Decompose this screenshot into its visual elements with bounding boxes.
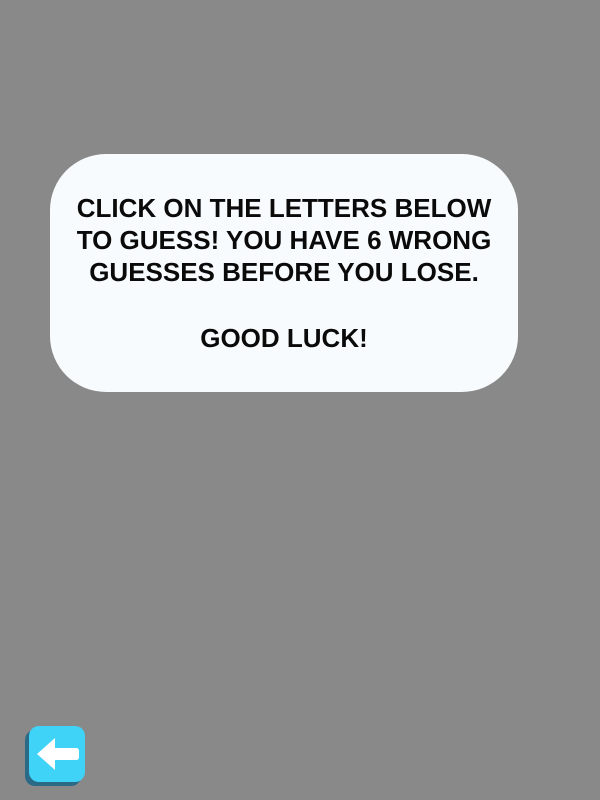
good-luck-text: GOOD LUCK! [200,323,368,353]
instructions-line-3: GUESSES BEFORE YOU LOSE. [89,257,479,287]
instructions-panel: CLICK ON THE LETTERS BELOW TO GUESS! YOU… [50,154,518,392]
instructions-line-1: CLICK ON THE LETTERS BELOW [76,193,492,223]
arrow-left-icon [37,738,79,770]
instructions-line-2: TO GUESS! YOU HAVE 6 WRONG [76,225,492,255]
back-button[interactable] [25,726,85,786]
